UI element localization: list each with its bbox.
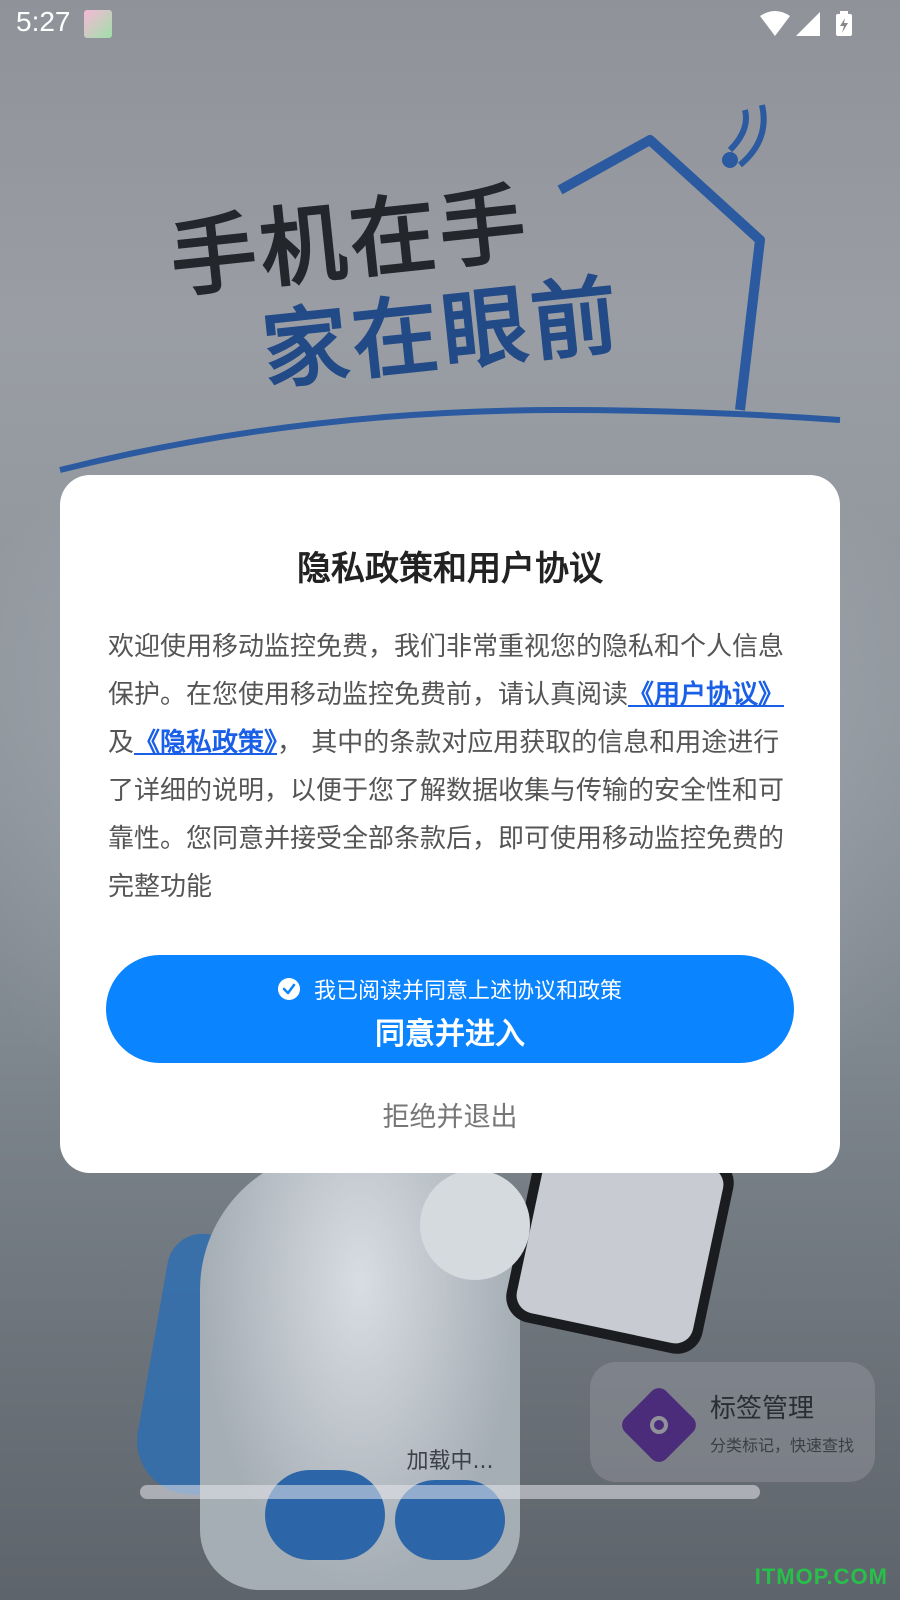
mascot-hand [420, 1170, 530, 1280]
loading-progress-track [140, 1485, 760, 1499]
status-bar: 5:27 [0, 0, 900, 48]
privacy-policy-link[interactable]: 《隐私政策》 [134, 728, 277, 758]
reject-and-exit-button[interactable]: 拒绝并退出 [300, 1093, 600, 1143]
loading-text: 加载中... [406, 1449, 494, 1474]
agree-checkbox-label: 我已阅读并同意上述协议和政策 [313, 979, 622, 1004]
tag-hole [646, 1412, 672, 1438]
wifi-icon [760, 11, 790, 36]
watermark: ITMOP.COM [754, 1564, 888, 1589]
agree-and-enter-button[interactable]: 我已阅读并同意上述协议和政策 同意并进入 [106, 955, 794, 1063]
user-agreement-link[interactable]: 《用户协议》 [628, 680, 784, 710]
app-notification-icon [84, 10, 112, 38]
privacy-dialog: 隐私政策和用户协议 欢迎使用移动监控免费，我们非常重视您的隐私和个人信息保护。在… [60, 475, 840, 1173]
status-icons [760, 11, 852, 36]
dialog-title: 隐私政策和用户协议 [297, 549, 603, 589]
dialog-body: 欢迎使用移动监控免费，我们非常重视您的隐私和个人信息保护。在您使用移动监控免费前… [108, 623, 796, 911]
mascot-left-shoe [265, 1470, 385, 1560]
agree-button-label: 同意并进入 [375, 1017, 525, 1052]
signal-icon [796, 12, 820, 36]
agree-checkbox-row[interactable]: 我已阅读并同意上述协议和政策 [106, 973, 794, 1005]
checkmark-icon[interactable] [277, 978, 300, 1000]
status-time: 5:27 [16, 6, 71, 37]
battery-icon [836, 11, 852, 36]
body-connector: 及 [108, 728, 135, 758]
feature-title: 标签管理 [710, 1394, 815, 1424]
